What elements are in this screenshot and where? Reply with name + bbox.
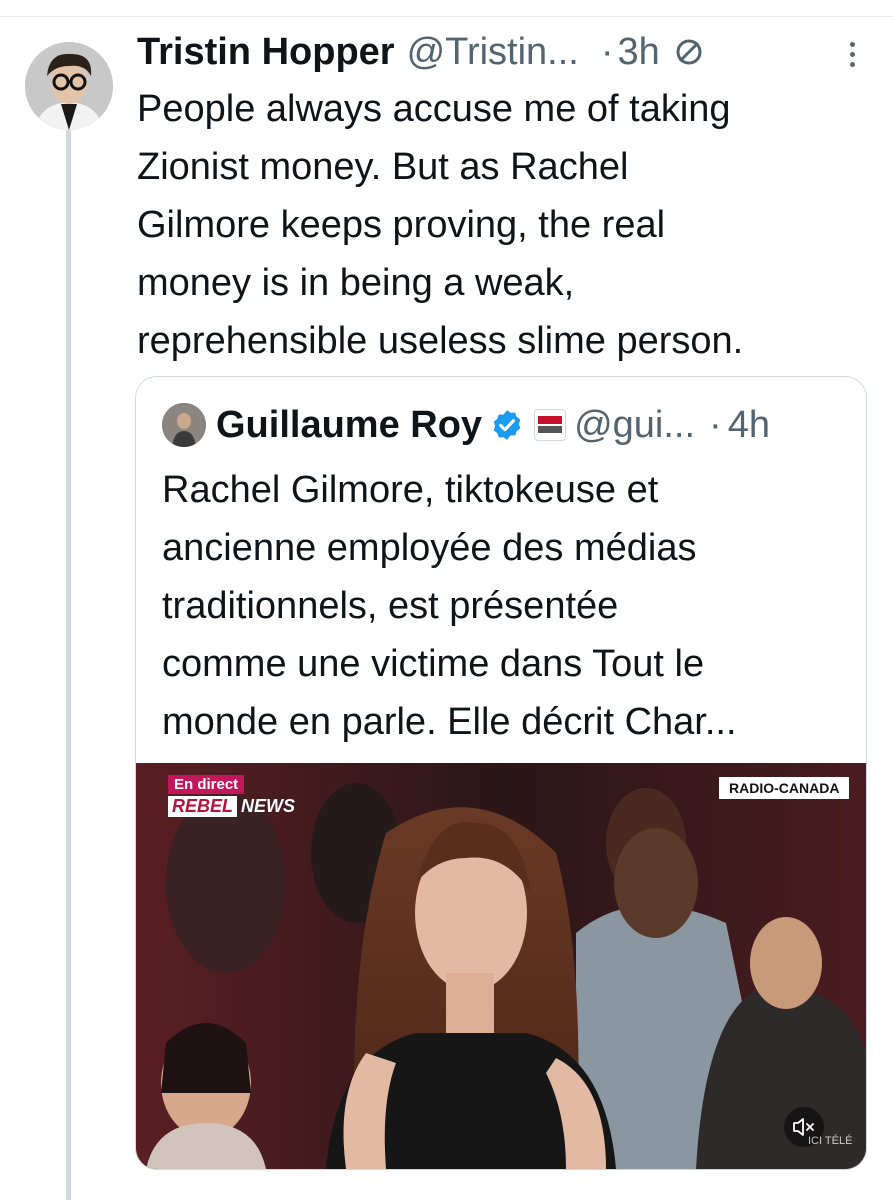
brand-logo: REBEL NEWS: [168, 796, 299, 817]
avatar-image: [25, 42, 113, 130]
quoted-tweet-card[interactable]: Guillaume Roy @gui... · 4h Rachel Gilmor…: [135, 376, 867, 1170]
quoted-author-name[interactable]: Guillaume Roy: [216, 404, 482, 447]
author-name[interactable]: Tristin Hopper: [137, 31, 395, 74]
tweet-text-line: money is in being a weak,: [137, 262, 575, 304]
author-handle[interactable]: @Tristin...: [407, 31, 579, 74]
live-badge: En direct REBEL NEWS: [168, 775, 299, 817]
tweet-text: People always accuse me of taking Zionis…: [137, 80, 867, 370]
top-divider: [0, 0, 893, 17]
quoted-text-line: Rachel Gilmore, tiktokeuse et: [162, 469, 659, 511]
tweet-time[interactable]: 3h: [618, 31, 660, 74]
live-label: En direct: [168, 775, 245, 794]
quoted-text-line: monde en parle. Elle décrit Char...: [162, 701, 737, 743]
affiliation-badge-icon[interactable]: [534, 409, 567, 441]
tweet-text-line: Zionist money. But as Rachel: [137, 146, 629, 188]
brand-part-2: NEWS: [241, 796, 296, 816]
quoted-tweet-time[interactable]: 4h: [728, 404, 770, 447]
author-avatar[interactable]: [25, 42, 113, 130]
quoted-author-avatar[interactable]: [162, 403, 206, 447]
quoted-author-handle[interactable]: @gui...: [574, 404, 695, 447]
video-player[interactable]: En direct REBEL NEWS RADIO-CANADA ICI TÉ…: [136, 763, 866, 1169]
broadcaster-label: RADIO-CANADA: [719, 777, 850, 799]
tweet-text-line: People always accuse me of taking: [137, 88, 731, 130]
quoted-tweet-text: Rachel Gilmore, tiktokeuse et ancienne e…: [162, 461, 852, 751]
quoted-text-line: traditionnels, est présentée: [162, 585, 619, 627]
tweet-text-line: Gilmore keeps proving, the real: [137, 204, 666, 246]
brand-part-1: REBEL: [168, 796, 238, 817]
channel-watermark: ICI TÉLÉ: [808, 1135, 853, 1147]
tweet-text-line: reprehensible useless slime person.: [137, 320, 744, 362]
verified-badge-icon: [490, 408, 524, 442]
quoted-text-line: ancienne employée des médias: [162, 527, 697, 569]
more-options-icon[interactable]: [838, 34, 866, 74]
quoted-tweet-header: Guillaume Roy @gui... · 4h: [162, 401, 852, 449]
thread-line: [66, 124, 71, 1200]
quoted-header-separator: ·: [709, 403, 722, 446]
video-frame: [136, 763, 866, 1169]
tweet-header: Tristin Hopper @Tristin... · 3h: [137, 28, 877, 76]
quoted-text-line: comme une victime dans Tout le: [162, 643, 705, 685]
no-symbol-icon: [674, 37, 704, 67]
header-separator: ·: [600, 30, 614, 73]
